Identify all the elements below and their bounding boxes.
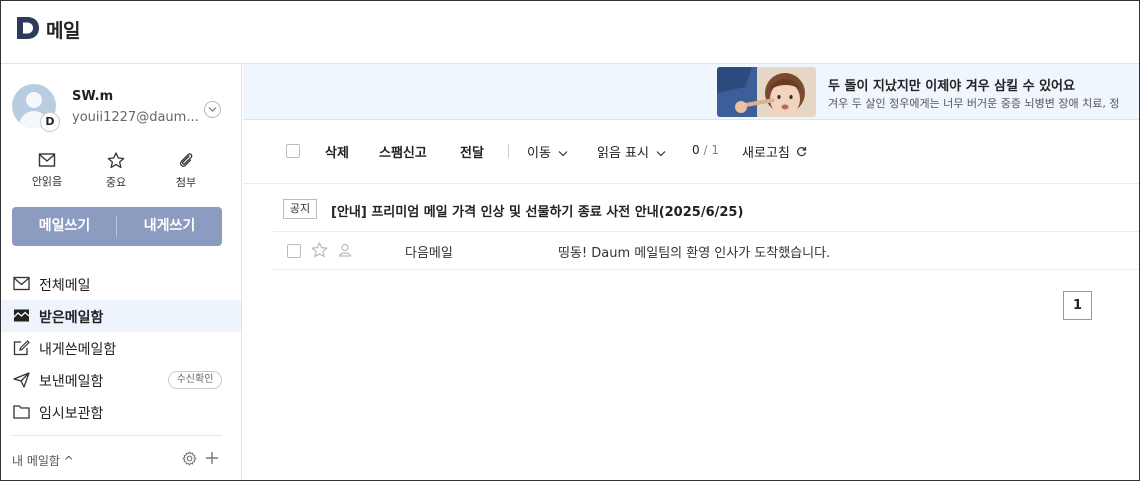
banner-image (717, 67, 816, 117)
pagination-page-button[interactable]: 1 (1063, 291, 1092, 320)
sidebar-item-label: 전체메일 (39, 278, 91, 294)
notice-badge: 공지 (283, 199, 317, 219)
forward-button[interactable]: 전달 (460, 142, 484, 161)
spam-report-button[interactable]: 스팸신고 (379, 142, 427, 161)
sidebar-item-label: 내게쓴메일함 (39, 342, 117, 358)
chevron-down-icon (656, 151, 666, 157)
toolbar-divider (508, 144, 509, 158)
user-email: youii1227@daum.... (72, 110, 200, 125)
read-receipt-button[interactable]: 수신확인 (168, 371, 222, 389)
sidebar-item-drafts[interactable]: 임시보관함 (1, 396, 241, 428)
divider (11, 435, 222, 436)
top-header: 메일 (1, 1, 1139, 64)
table-row[interactable]: 다음메일 띵동! Daum 메일팀의 환영 인사가 도착했습니다. (273, 232, 1139, 270)
banner-subtitle: 겨우 두 살인 정우에게는 너무 버거운 중증 뇌병변 장애 치료, 정 (828, 97, 1120, 110)
star-icon (107, 152, 125, 169)
write-to-self-button[interactable]: 내게쓰기 (117, 207, 222, 246)
quick-filter-unread[interactable]: 안읽음 (17, 152, 77, 189)
compose-button-group: 메일쓰기 내게쓰기 (12, 207, 222, 246)
sidebar-item-self-mail[interactable]: 내게쓴메일함 (1, 332, 241, 364)
self-note-icon (13, 340, 30, 356)
account-service-badge: D (40, 112, 60, 132)
daum-logo-icon[interactable] (15, 15, 41, 41)
app-title[interactable]: 메일 (46, 16, 80, 43)
quick-filter-attachment[interactable]: 첨부 (156, 152, 216, 190)
notice-title[interactable]: [안내] 프리미엄 메일 가격 인상 및 선물하기 종료 사전 안내(2025/… (331, 201, 743, 220)
sidebar-item-label: 임시보관함 (39, 406, 104, 422)
delete-button[interactable]: 삭제 (325, 142, 349, 161)
quick-filter-label: 중요 (105, 176, 127, 189)
move-dropdown[interactable]: 이동 (527, 142, 568, 161)
envelope-icon (38, 153, 56, 167)
banner-title: 두 돌이 지났지만 이제야 겨우 삼킬 수 있어요 (828, 79, 1075, 94)
inbox-icon (13, 309, 30, 322)
sidebar-item-label: 보낸메일함 (39, 374, 104, 390)
chevron-down-icon (558, 151, 568, 157)
chevron-down-icon (208, 107, 217, 112)
add-mailbox-icon[interactable] (205, 451, 219, 465)
mail-subject[interactable]: 띵동! Daum 메일팀의 환영 인사가 도착했습니다. (558, 242, 830, 261)
mail-select-checkbox[interactable] (287, 244, 301, 258)
sidebar-item-sent[interactable]: 보낸메일함 수신확인 (1, 364, 241, 396)
move-label: 이동 (527, 146, 551, 161)
read-mark-label: 읽음 표시 (597, 146, 649, 161)
sidebar-item-inbox[interactable]: 받은메일함 (1, 300, 241, 332)
notice-row[interactable]: 공지 [안내] 프리미엄 메일 가격 인상 및 선물하기 종료 사전 안내(20… (273, 190, 1139, 232)
send-icon (13, 372, 30, 388)
selected-count: 0 (692, 143, 700, 157)
star-icon[interactable] (311, 242, 328, 258)
sidebar: D SW.m youii1227@daum.... 안읽음 중요 첨부 메일쓰기… (1, 64, 242, 480)
user-name: SW.m (72, 89, 114, 104)
total-count: / 1 (703, 143, 719, 157)
refresh-button[interactable]: 새로고침 (742, 142, 807, 161)
account-menu-toggle[interactable] (204, 101, 221, 118)
quick-filter-important[interactable]: 중요 (86, 152, 146, 190)
sidebar-item-all-mail[interactable]: 전체메일 (1, 268, 241, 300)
mail-toolbar: 삭제 스팸신고 전달 이동 읽음 표시 0 / 1 새로고침 (243, 120, 1139, 184)
write-mail-button[interactable]: 메일쓰기 (12, 207, 117, 246)
gear-icon[interactable] (182, 451, 197, 466)
person-icon[interactable] (338, 243, 352, 257)
refresh-label: 새로고침 (742, 146, 790, 161)
mail-app-window: 메일 D SW.m youii1227@daum.... 안읽음 중요 첨부 메… (0, 0, 1140, 481)
mail-sender[interactable]: 다음메일 (405, 242, 453, 261)
sidebar-item-label: 받은메일함 (39, 310, 104, 326)
ad-banner[interactable]: 두 돌이 지났지만 이제야 겨우 삼킬 수 있어요 겨우 두 살인 정우에게는 … (243, 64, 1139, 120)
paperclip-icon (179, 153, 193, 167)
envelope-icon (13, 276, 30, 291)
refresh-icon (797, 147, 807, 157)
mail-count: 0 / 1 (692, 143, 719, 157)
my-mailbox-toggle[interactable]: 내 메일함 ^ (12, 452, 74, 469)
folder-icon (13, 405, 30, 419)
read-mark-dropdown[interactable]: 읽음 표시 (597, 142, 666, 161)
quick-filter-label: 안읽음 (31, 175, 63, 188)
quick-filter-label: 첨부 (175, 176, 197, 189)
select-all-checkbox[interactable] (286, 144, 300, 158)
